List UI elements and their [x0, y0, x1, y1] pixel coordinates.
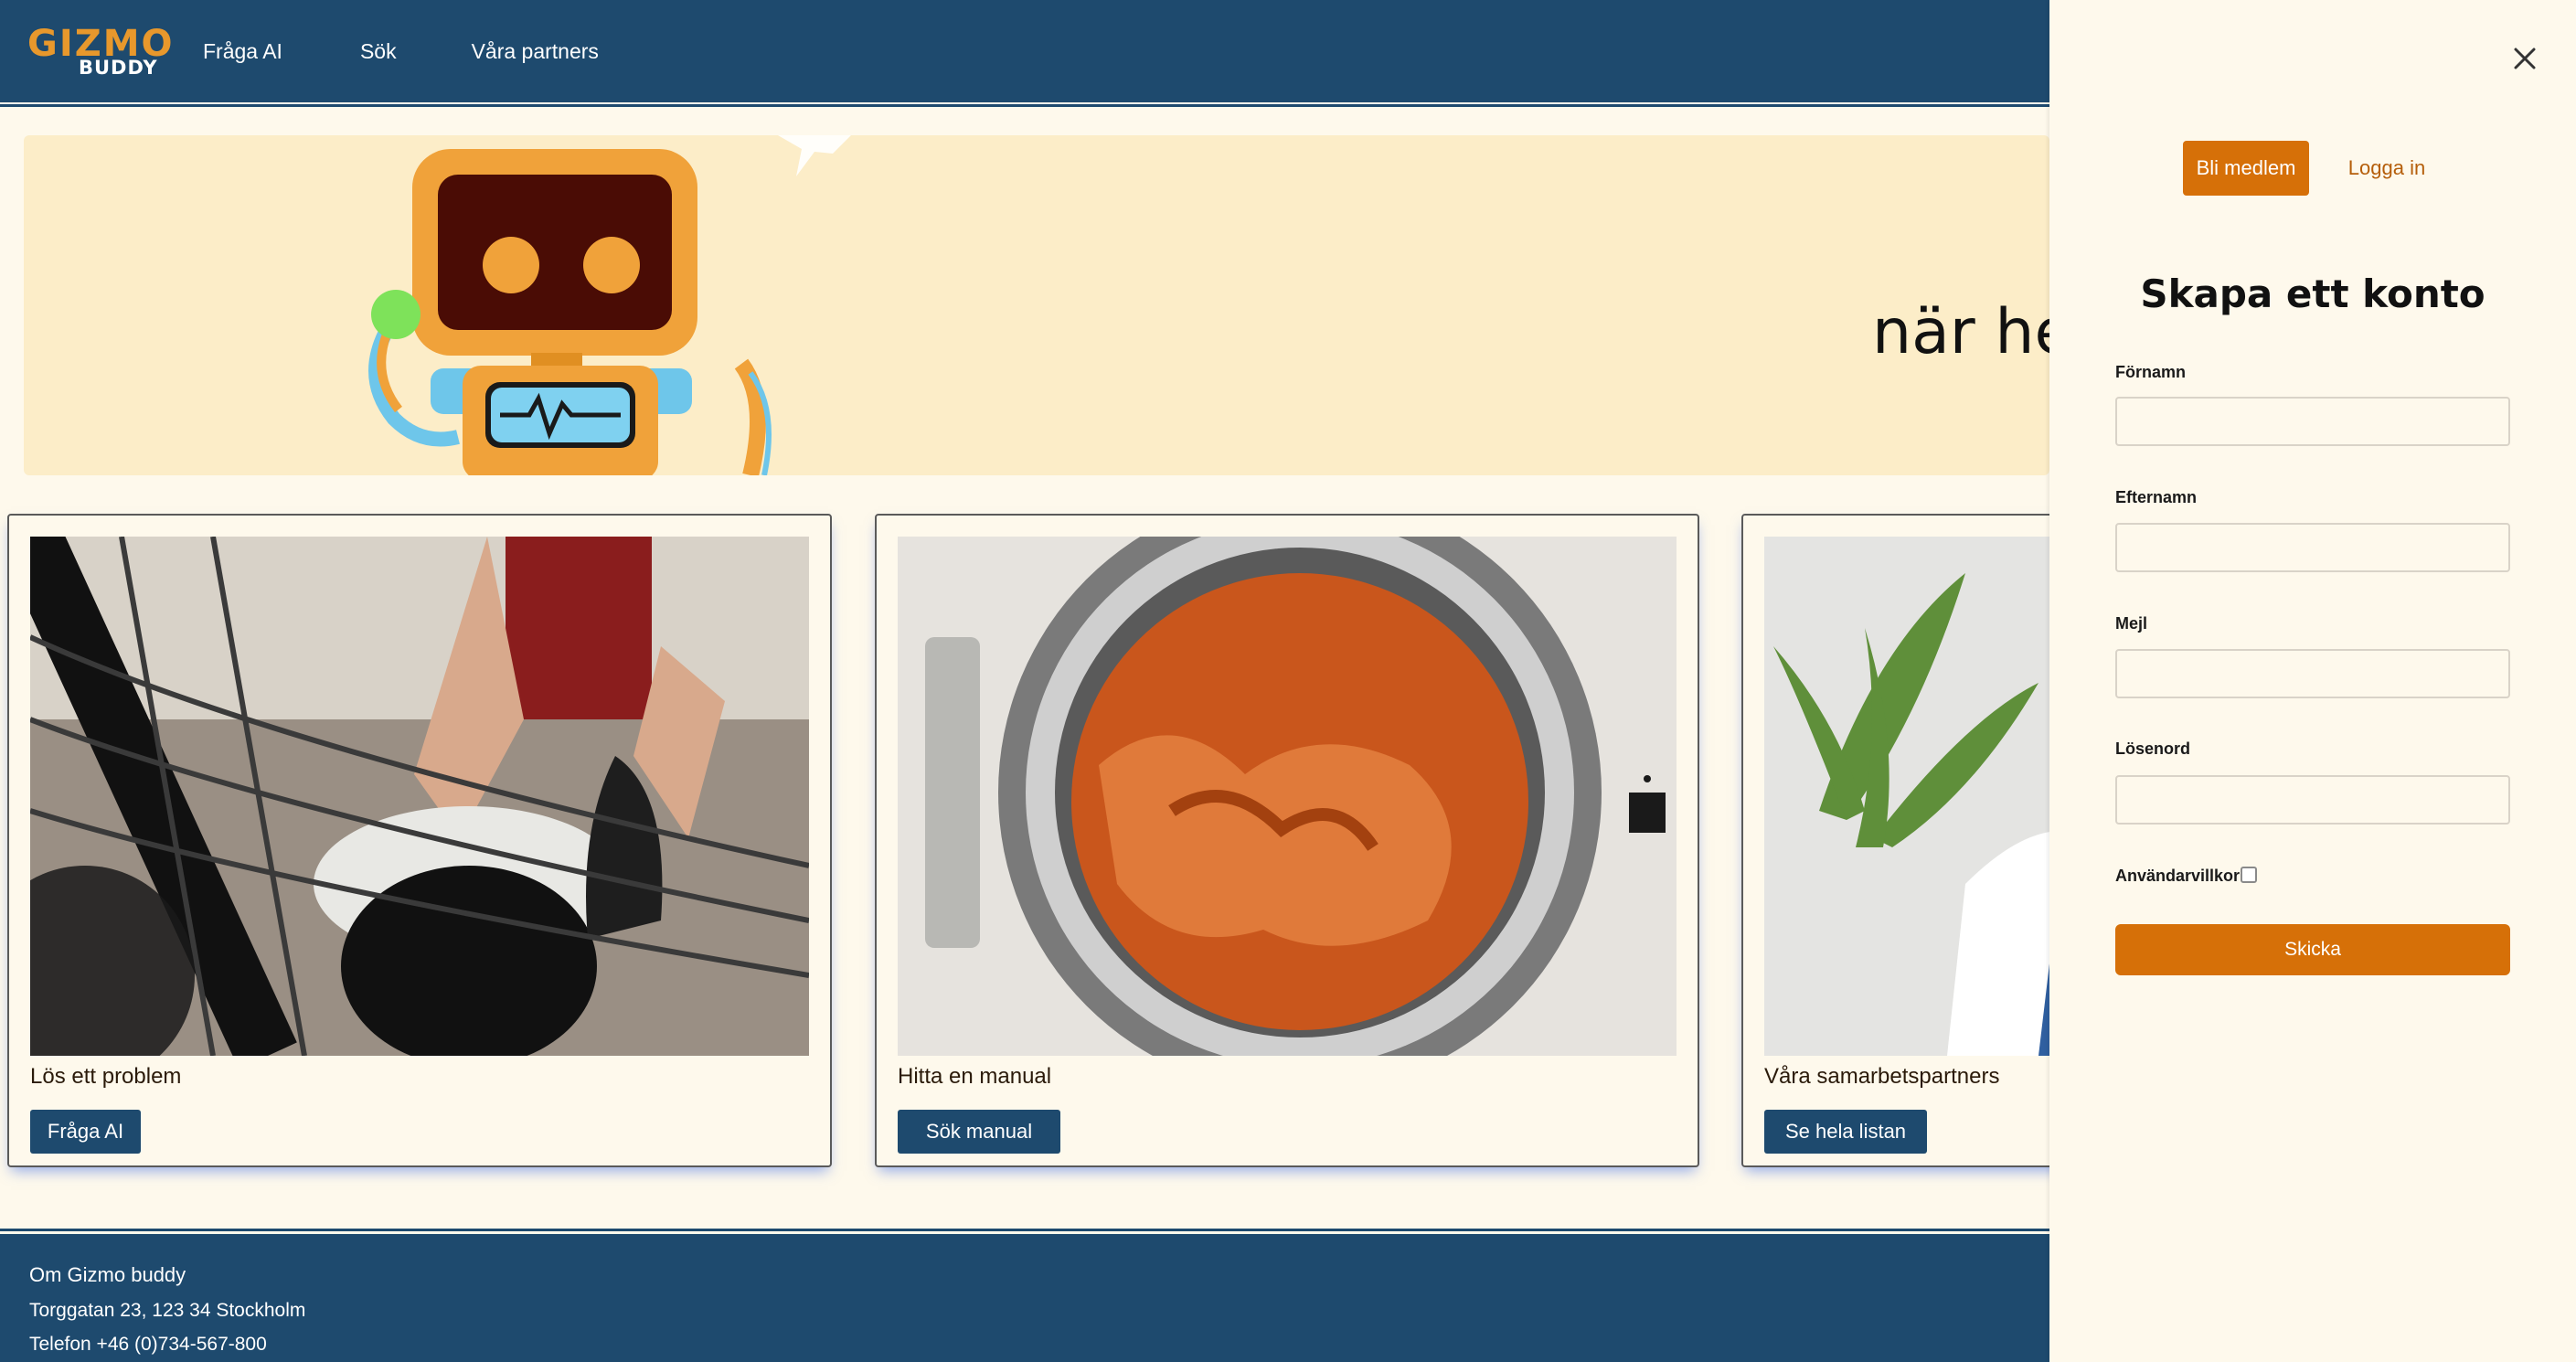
top-navbar: GIZMO BUDDY Fråga AI Sök Våra partners [0, 0, 2049, 102]
terms-checkbox-label: Användarvillkor [2115, 867, 2241, 885]
efternamn-input[interactable] [2115, 523, 2510, 572]
nav-link-sok[interactable]: Sök [360, 39, 397, 64]
fornamn-input[interactable] [2115, 397, 2510, 446]
card-title: Lös ett problem [30, 1064, 182, 1089]
dishwasher-photo [30, 537, 809, 1056]
washing-machine-photo [898, 537, 1677, 1056]
tab-bli-medlem[interactable]: Bli medlem [2183, 141, 2309, 196]
footer-phone: Telefon +46 (0)734-567-800 [29, 1334, 267, 1355]
fraga-ai-button[interactable]: Fråga AI [30, 1110, 141, 1154]
footer-divider [0, 1229, 2049, 1231]
field-label-losenord: Lösenord [2115, 740, 2191, 758]
page-footer: Om Gizmo buddy Torggatan 23, 123 34 Stoc… [0, 1234, 2049, 1362]
navbar-divider [0, 104, 2049, 107]
tab-logga-in[interactable]: Logga in [2329, 141, 2444, 196]
card-hitta-en-manual: Hitta en manual Sök manual [875, 514, 1699, 1167]
se-hela-listan-button[interactable]: Se hela listan [1764, 1110, 1927, 1154]
logo-bottom-text: BUDDY [79, 56, 158, 79]
sok-manual-button[interactable]: Sök manual [898, 1110, 1060, 1154]
card-los-ett-problem: Lös ett problem Fråga AI [7, 514, 832, 1167]
field-label-efternamn: Efternamn [2115, 488, 2198, 506]
skicka-submit-button[interactable]: Skicka [2115, 924, 2510, 975]
footer-about-link[interactable]: Om Gizmo buddy [29, 1258, 2049, 1292]
field-label-mejl: Mejl [2115, 614, 2148, 633]
footer-address: Torggatan 23, 123 34 Stockholm [29, 1300, 306, 1321]
signup-form-title: Skapa ett konto [2140, 271, 2486, 316]
gizmo-buddy-logo[interactable]: GIZMO BUDDY [27, 26, 173, 79]
field-label-fornamn: Förnamn [2115, 363, 2187, 381]
card-title: Hitta en manual [898, 1064, 1052, 1089]
card-title: Våra samarbetspartners [1764, 1064, 2000, 1089]
nav-link-fraga-ai[interactable]: Fråga AI [203, 39, 282, 64]
mejl-input[interactable] [2115, 649, 2510, 698]
losenord-input[interactable] [2115, 775, 2510, 825]
terms-checkbox[interactable] [2241, 867, 2257, 883]
hero-banner: när hem [24, 135, 2049, 475]
close-icon[interactable] [2507, 40, 2543, 77]
robot-mascot-illustration [368, 135, 851, 475]
hero-headline: när hem [1872, 296, 2049, 368]
main-nav: Fråga AI Sök Våra partners [203, 39, 599, 64]
nav-link-vara-partners[interactable]: Våra partners [472, 39, 599, 64]
